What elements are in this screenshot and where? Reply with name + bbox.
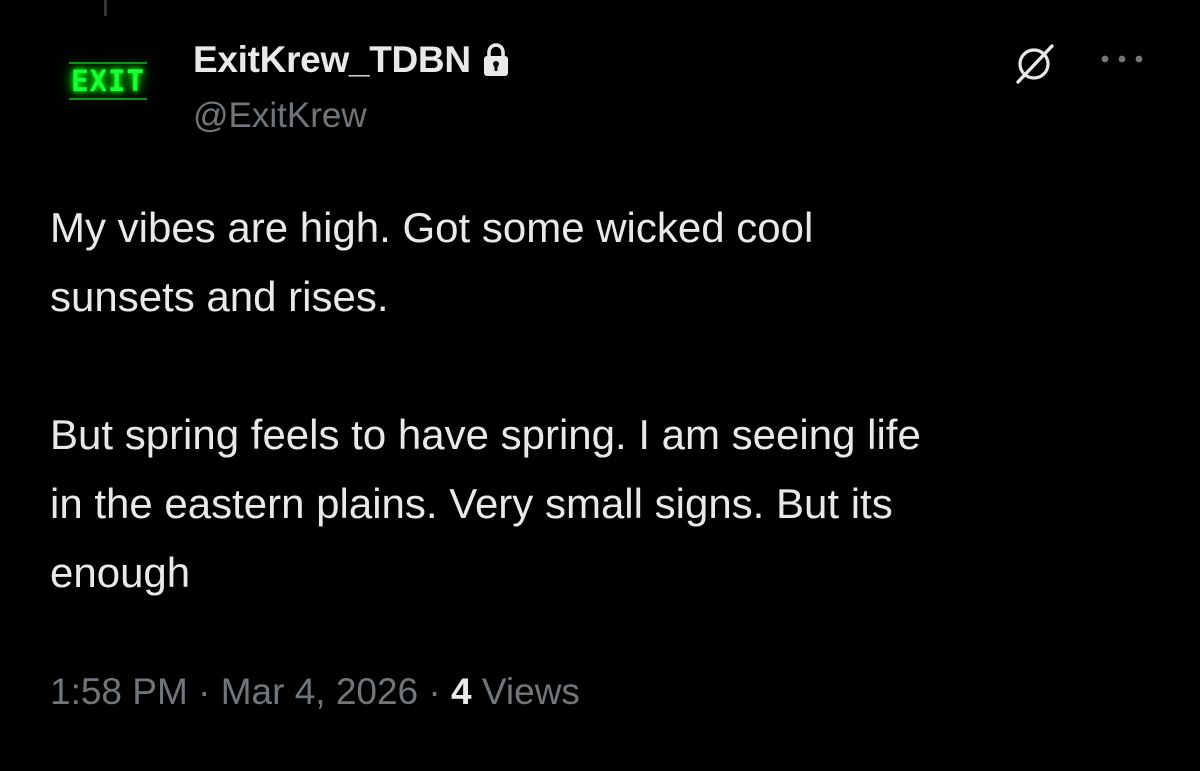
tweet-text: My vibes are high. Got some wicked cool … [50,204,921,596]
thread-connector-line [104,0,107,16]
author-name-row[interactable]: ExitKrew_TDBN [193,38,511,82]
author-display-name[interactable]: ExitKrew_TDBN [193,39,471,81]
author-handle[interactable]: @ExitKrew [193,96,367,136]
tweet-time[interactable]: 1:58 PM [50,671,188,712]
more-options-icon[interactable] [1098,52,1146,66]
meta-separator: · [428,671,441,712]
lock-icon [483,43,508,76]
avatar-exit-sign: EXIT [69,62,147,100]
tweet-date[interactable]: Mar 4, 2026 [221,671,418,712]
views-count[interactable]: 4 [451,671,472,712]
meta-separator: · [198,671,211,712]
views-label[interactable]: Views [482,671,580,712]
tweet-meta-row: 1:58 PM · Mar 4, 2026 · 4 Views [50,671,580,713]
avatar[interactable]: EXIT [48,38,168,124]
grok-icon[interactable] [1012,42,1056,86]
